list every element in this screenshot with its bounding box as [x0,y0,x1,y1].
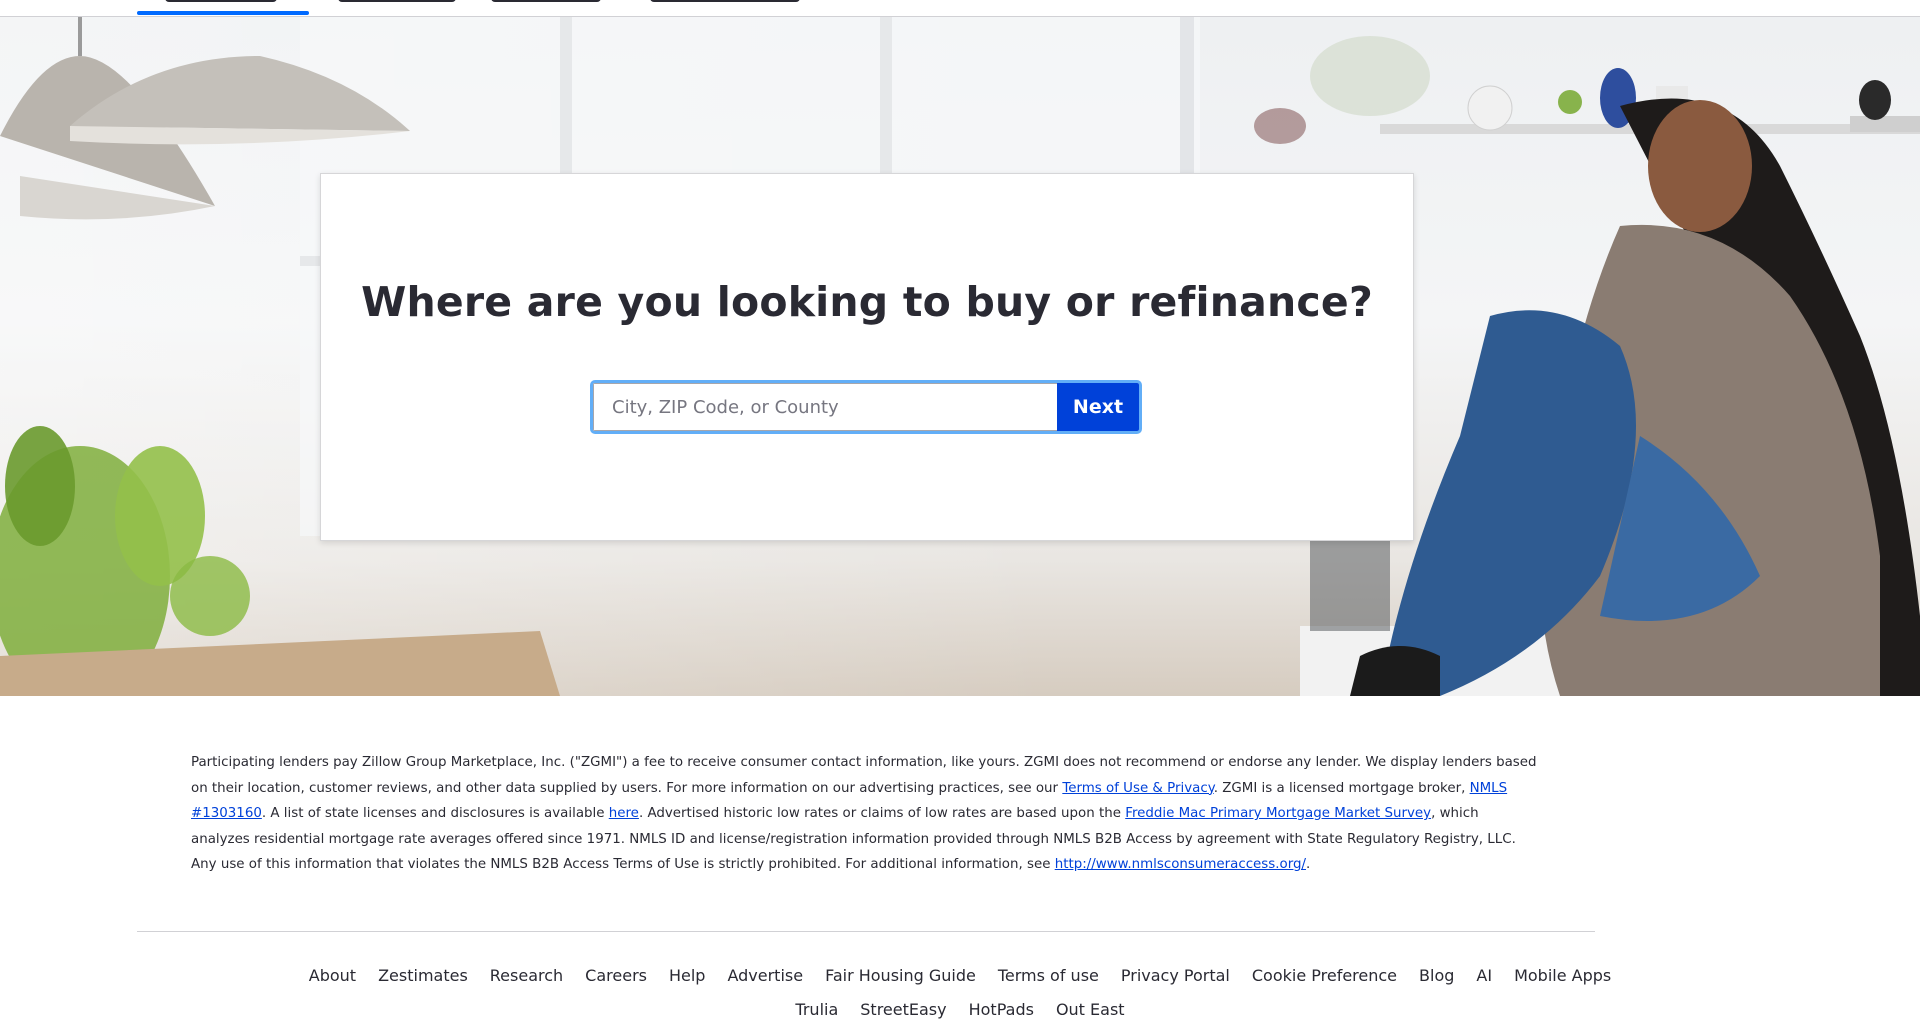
page-title: Where are you looking to buy or refinanc… [361,278,1373,326]
footer-link-privacy-portal[interactable]: Privacy Portal [1121,966,1230,985]
nmls-consumer-access-link[interactable]: http://www.nmlsconsumeraccess.org/ [1055,857,1306,872]
footer-link-help[interactable]: Help [669,966,705,985]
freddie-mac-survey-link[interactable]: Freddie Mac Primary Mortgage Market Surv… [1125,806,1431,821]
tab-label-fragment[interactable] [165,0,277,2]
footer-link-cookie-preference[interactable]: Cookie Preference [1252,966,1397,985]
top-tab-bar [0,0,1920,17]
footer-link-hotpads[interactable]: HotPads [969,1000,1034,1019]
footer-link-advertise[interactable]: Advertise [727,966,803,985]
footer-links-brands: Trulia StreetEasy HotPads Out East [0,1000,1920,1019]
footer-link-about[interactable]: About [309,966,356,985]
footer-link-research[interactable]: Research [490,966,563,985]
hero-banner: Where are you looking to buy or refinanc… [0,16,1920,696]
disclaimer-text: . Advertised historic low rates or claim… [638,806,1126,821]
lender-disclaimer: Participating lenders pay Zillow Group M… [191,750,1541,878]
footer-link-ai[interactable]: AI [1476,966,1492,985]
state-licenses-link[interactable]: here [609,806,639,821]
location-search-input[interactable] [593,383,1057,431]
disclaimer-text: . [1305,857,1311,872]
search-card: Where are you looking to buy or refinanc… [320,173,1414,541]
tab-label-fragment[interactable] [650,0,800,2]
footer-divider [137,931,1595,932]
terms-of-use-privacy-link[interactable]: Terms of Use & Privacy [1062,781,1213,796]
disclaimer-text: . A list of state licenses and disclosur… [261,806,609,821]
footer-link-fair-housing-guide[interactable]: Fair Housing Guide [825,966,976,985]
footer-links-primary: About Zestimates Research Careers Help A… [0,966,1920,985]
footer-link-trulia[interactable]: Trulia [795,1000,838,1019]
footer-link-mobile-apps[interactable]: Mobile Apps [1514,966,1611,985]
footer-link-out-east[interactable]: Out East [1056,1000,1125,1019]
footer-link-blog[interactable]: Blog [1419,966,1454,985]
footer-link-streeteasy[interactable]: StreetEasy [860,1000,946,1019]
location-search-form: Next [590,380,1142,434]
footer-link-terms-of-use[interactable]: Terms of use [998,966,1099,985]
disclaimer-text: . ZGMI is a licensed mortgage broker, [1213,780,1470,796]
tab-label-fragment[interactable] [338,0,456,2]
footer-link-zestimates[interactable]: Zestimates [378,966,468,985]
active-tab-indicator [137,11,309,15]
tab-label-fragment[interactable] [491,0,601,2]
next-button[interactable]: Next [1057,383,1139,431]
footer-link-careers[interactable]: Careers [585,966,647,985]
